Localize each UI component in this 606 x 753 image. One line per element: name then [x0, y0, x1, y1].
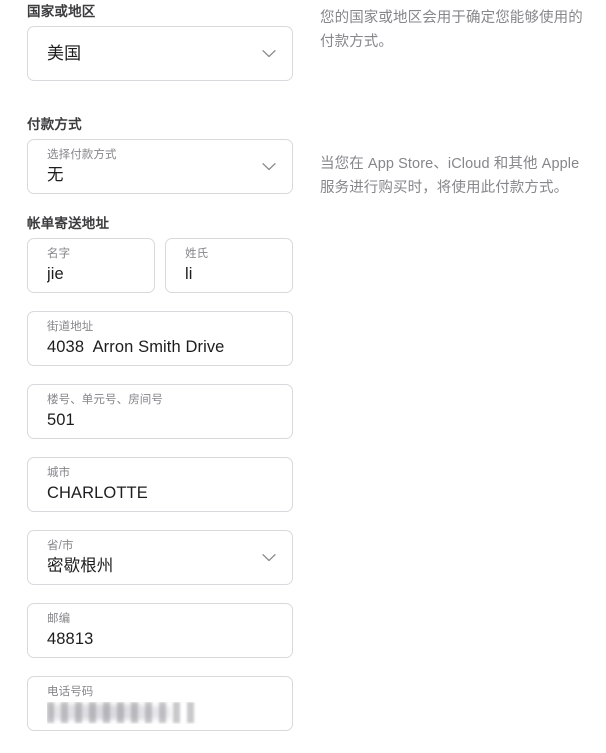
state-label: 省/市: [47, 540, 74, 552]
phone-value-redacted: 3133355901: [47, 702, 207, 724]
last-name-field[interactable]: 姓氏 li: [165, 238, 293, 293]
last-name-label: 姓氏: [185, 248, 209, 260]
helper-column: 您的国家或地区会用于确定您能够使用的付款方式。 当您在 App Store、iC…: [320, 0, 596, 200]
country-helper-text: 您的国家或地区会用于确定您能够使用的付款方式。: [320, 10, 583, 50]
phone-field[interactable]: 电话号码 3133355901: [27, 676, 293, 731]
street-address-field[interactable]: 街道地址 4038 Arron Smith Drive: [27, 311, 293, 366]
phone-label: 电话号码: [47, 686, 94, 698]
country-select[interactable]: 美国: [27, 26, 293, 81]
first-name-field[interactable]: 名字 jie: [27, 238, 155, 293]
payment-method-select[interactable]: 选择付款方式 无: [27, 139, 293, 194]
city-field[interactable]: 城市 CHARLOTTE: [27, 457, 293, 512]
chevron-down-icon: [262, 49, 276, 58]
zip-label: 邮编: [47, 613, 71, 625]
payment-method-value: 无: [47, 166, 64, 184]
zip-field[interactable]: 邮编 48813: [27, 603, 293, 658]
apartment-field[interactable]: 楼号、单元号、房间号 501: [27, 384, 293, 439]
redaction-stripe-overlay: [47, 702, 195, 723]
apartment-value: 501: [47, 411, 75, 429]
city-value: CHARLOTTE: [47, 484, 148, 502]
country-select-value: 美国: [47, 43, 82, 63]
billing-section-label: 帐单寄送地址: [27, 216, 110, 231]
apartment-label: 楼号、单元号、房间号: [47, 394, 163, 406]
street-address-label: 街道地址: [47, 321, 94, 333]
payment-settings-page: 国家或地区 美国 付款方式 选择付款方式 无 帐单寄送地址 名字 jie 姓氏 …: [0, 0, 606, 753]
city-label: 城市: [47, 467, 71, 479]
payment-section-label: 付款方式: [27, 117, 82, 132]
payment-helper-text: 当您在 App Store、iCloud 和其他 Apple 服务进行购买时，将…: [320, 156, 580, 196]
form-column: 国家或地区 美国 付款方式 选择付款方式 无 帐单寄送地址 名字 jie 姓氏 …: [0, 0, 310, 741]
state-select[interactable]: 省/市 密歇根州: [27, 530, 293, 585]
name-row: 名字 jie 姓氏 li: [27, 238, 293, 303]
payment-method-label: 选择付款方式: [47, 149, 117, 161]
country-section-label: 国家或地区: [27, 4, 96, 19]
first-name-label: 名字: [47, 248, 71, 260]
zip-value: 48813: [47, 630, 94, 648]
street-address-value: 4038 Arron Smith Drive: [47, 338, 225, 356]
state-value: 密歇根州: [47, 557, 114, 575]
first-name-value: jie: [47, 265, 64, 283]
last-name-value: li: [185, 265, 193, 283]
